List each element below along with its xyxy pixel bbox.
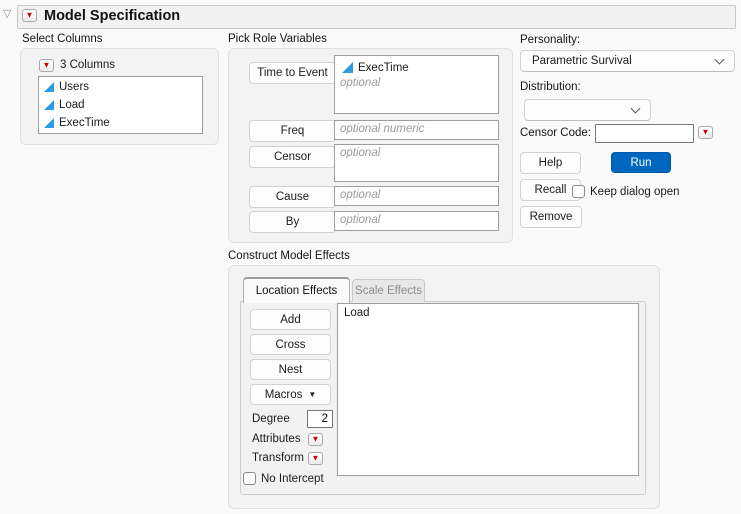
- degree-label: Degree: [252, 413, 290, 425]
- attributes-label: Attributes: [252, 433, 301, 445]
- list-item[interactable]: ExecTime: [42, 114, 199, 132]
- add-button[interactable]: Add: [250, 309, 331, 330]
- censor-button[interactable]: Censor: [249, 146, 336, 168]
- help-button[interactable]: Help: [520, 152, 581, 174]
- chevron-down-icon: [630, 103, 641, 114]
- by-button[interactable]: By: [249, 211, 336, 233]
- optional-placeholder: optional numeric: [340, 123, 425, 135]
- keep-dialog-label: Keep dialog open: [590, 186, 680, 198]
- censor-code-label: Censor Code:: [520, 127, 591, 139]
- chevron-down-icon: [714, 54, 725, 65]
- role-value: ExecTime: [358, 61, 409, 74]
- red-triangle-icon: ▼: [25, 10, 34, 19]
- censor-code-input[interactable]: [595, 124, 694, 143]
- pick-roles-title: Pick Role Variables: [228, 33, 327, 45]
- attributes-red-triangle-button[interactable]: ▼: [308, 433, 323, 446]
- disclosure-triangle-icon[interactable]: ▽: [3, 9, 11, 20]
- column-label: Users: [59, 81, 90, 93]
- page-title: Model Specification: [44, 8, 181, 24]
- optional-placeholder: optional: [340, 189, 381, 201]
- freq-button[interactable]: Freq: [249, 120, 336, 142]
- personality-dropdown[interactable]: Parametric Survival: [520, 50, 735, 72]
- cross-button[interactable]: Cross: [250, 334, 331, 355]
- column-label: Load: [59, 99, 85, 111]
- remove-button[interactable]: Remove: [520, 206, 582, 228]
- macros-label: Macros: [264, 388, 303, 401]
- time-to-event-button[interactable]: Time to Event: [249, 62, 336, 84]
- macros-button[interactable]: Macros ▼: [250, 384, 331, 405]
- list-item[interactable]: ExecTime: [340, 58, 493, 77]
- transform-red-triangle-button[interactable]: ▼: [308, 452, 323, 465]
- keep-dialog-checkbox[interactable]: [572, 185, 585, 198]
- continuous-column-icon: [342, 62, 353, 73]
- run-button[interactable]: Run: [611, 152, 671, 173]
- personality-label: Personality:: [520, 34, 581, 46]
- red-triangle-icon: ▼: [311, 453, 320, 462]
- continuous-column-icon: [44, 118, 54, 128]
- column-label: ExecTime: [59, 117, 110, 129]
- effect-item[interactable]: Load: [344, 307, 632, 319]
- continuous-column-icon: [44, 100, 54, 110]
- pick-roles-panel: Time to Event ExecTime optional Freq opt…: [228, 48, 513, 243]
- optional-placeholder: optional: [340, 77, 381, 89]
- model-specification-window: ▽ ▼ Model Specification Select Columns ▼…: [0, 0, 741, 514]
- columns-red-triangle-button[interactable]: ▼: [39, 59, 54, 72]
- censor-box[interactable]: optional: [334, 144, 499, 182]
- censor-code-red-triangle-button[interactable]: ▼: [698, 126, 713, 139]
- cause-box[interactable]: optional: [334, 186, 499, 206]
- by-box[interactable]: optional: [334, 211, 499, 231]
- red-triangle-menu-button[interactable]: ▼: [22, 9, 37, 22]
- red-triangle-icon: ▼: [42, 60, 51, 69]
- no-intercept-checkbox[interactable]: [243, 472, 256, 485]
- select-columns-panel: ▼ 3 Columns Users Load ExecTime: [20, 48, 219, 145]
- freq-box[interactable]: optional numeric: [334, 120, 499, 140]
- distribution-label: Distribution:: [520, 81, 581, 93]
- list-item[interactable]: Users: [42, 78, 199, 96]
- columns-listbox[interactable]: Users Load ExecTime: [38, 76, 203, 134]
- list-item[interactable]: Load: [42, 96, 199, 114]
- optional-placeholder: optional: [340, 214, 381, 226]
- no-intercept-label: No Intercept: [261, 473, 324, 485]
- continuous-column-icon: [44, 82, 54, 92]
- red-triangle-icon: ▼: [311, 434, 320, 443]
- effects-listbox[interactable]: Load: [337, 303, 639, 476]
- distribution-dropdown[interactable]: [524, 99, 651, 121]
- personality-value: Parametric Survival: [532, 55, 632, 67]
- select-columns-title: Select Columns: [22, 33, 103, 45]
- tab-location-effects[interactable]: Location Effects: [243, 277, 350, 303]
- degree-input[interactable]: [307, 410, 333, 428]
- construct-effects-title: Construct Model Effects: [228, 250, 350, 262]
- columns-summary: 3 Columns: [60, 59, 115, 71]
- red-triangle-icon: ▼: [701, 127, 710, 136]
- transform-label: Transform: [252, 452, 304, 464]
- optional-placeholder: optional: [340, 147, 381, 159]
- tab-scale-effects[interactable]: Scale Effects: [352, 279, 425, 302]
- nest-button[interactable]: Nest: [250, 359, 331, 380]
- cause-button[interactable]: Cause: [249, 186, 336, 208]
- time-to-event-box[interactable]: ExecTime optional: [334, 55, 499, 114]
- dropdown-arrow-icon: ▼: [308, 389, 317, 399]
